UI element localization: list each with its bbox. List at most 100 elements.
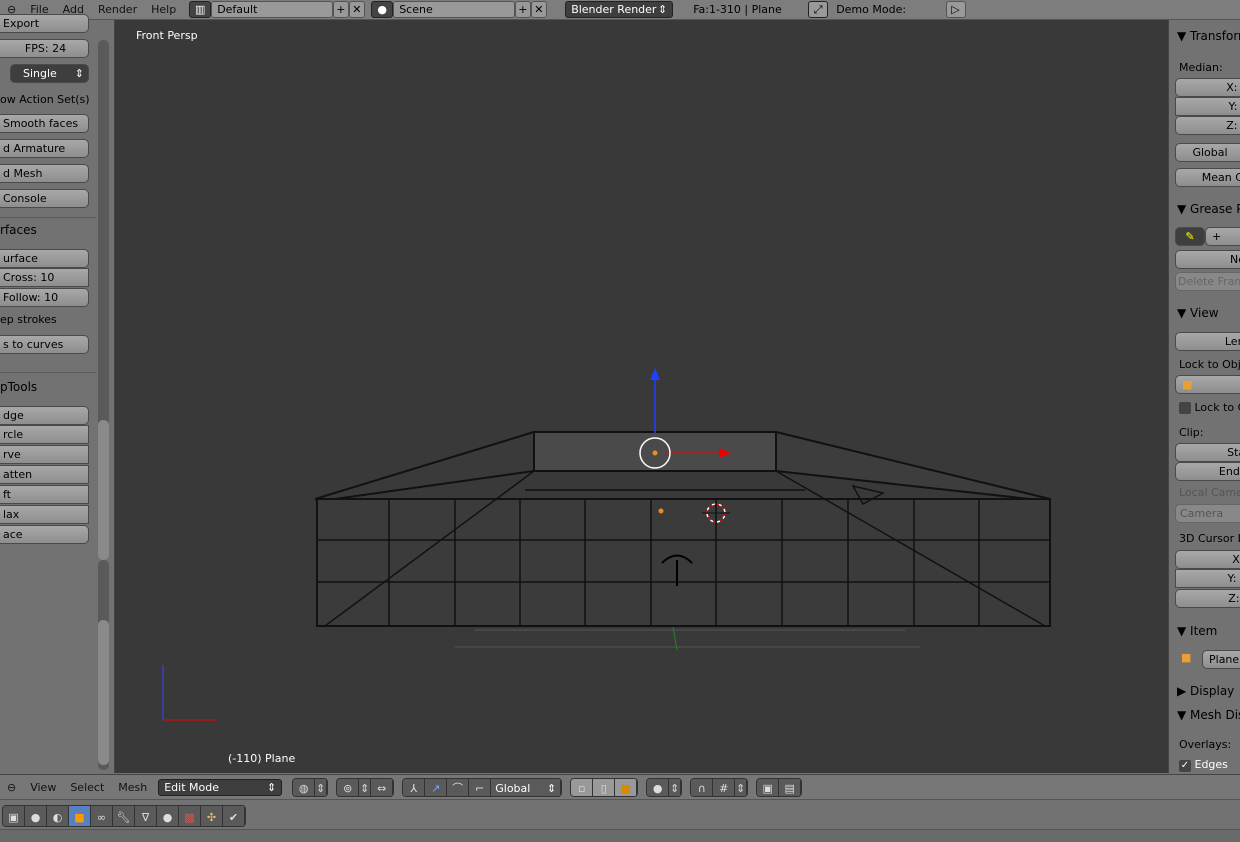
median-y-field[interactable]: Y: 3 bbox=[1175, 97, 1240, 116]
export-button[interactable]: Export bbox=[0, 14, 89, 33]
console-button[interactable]: Console bbox=[0, 189, 89, 208]
cursor-x-field[interactable]: X: 4 bbox=[1175, 550, 1240, 569]
looptools-header[interactable]: pTools bbox=[0, 380, 37, 394]
object-tab-icon[interactable]: ■ bbox=[69, 806, 91, 826]
mesh-display-header[interactable]: ▼ Mesh Dis bbox=[1177, 708, 1240, 722]
lock-to-cursor-checkbox[interactable]: Lock to C bbox=[1179, 401, 1240, 414]
clip-end-field[interactable]: End: 1 bbox=[1175, 462, 1240, 481]
space-button[interactable]: ace bbox=[0, 525, 89, 544]
mode-select[interactable]: Edit Mode ⇕ bbox=[158, 778, 283, 796]
item-name-field[interactable]: Plane bbox=[1202, 650, 1240, 669]
manipulator-icon[interactable]: ⅄ bbox=[403, 778, 426, 796]
pencil-icon[interactable]: ✎ bbox=[1175, 227, 1205, 246]
lock-object-field[interactable]: ■ bbox=[1175, 375, 1240, 394]
relax-button[interactable]: lax bbox=[0, 505, 89, 524]
median-x-field[interactable]: X: 0 bbox=[1175, 78, 1240, 97]
item-header[interactable]: ▼ Item bbox=[1177, 624, 1217, 638]
remove-layout-button[interactable]: ✕ bbox=[349, 1, 366, 18]
menu-render[interactable]: Render bbox=[91, 3, 144, 16]
edges-checkbox[interactable]: ✓ Edges bbox=[1179, 758, 1228, 772]
follow-field[interactable]: Follow: 10 bbox=[0, 288, 89, 307]
mean-crease-field[interactable]: Mean Cre bbox=[1175, 168, 1240, 187]
3d-viewport[interactable]: Front Persp (-110) Plane bbox=[115, 20, 1168, 773]
loft-button[interactable]: ft bbox=[0, 485, 89, 504]
data-tab-icon[interactable]: ∇ bbox=[135, 806, 157, 826]
scene-field[interactable]: Scene bbox=[393, 1, 516, 18]
single-select[interactable]: Single ⇕ bbox=[10, 64, 89, 83]
cursor-z-field[interactable]: Z: -1 bbox=[1175, 589, 1240, 608]
new-button[interactable]: New bbox=[1175, 250, 1240, 269]
menu-view[interactable]: View bbox=[23, 781, 63, 794]
view-header[interactable]: ▼ View bbox=[1177, 306, 1219, 320]
scene-tab-icon[interactable]: ● bbox=[25, 806, 47, 826]
properties-tabs[interactable]: ▣ ● ◐ ■ ∞ 🔧︎ ∇ ● ▩ ✣ ✔ bbox=[2, 805, 246, 827]
surface-button[interactable]: urface bbox=[0, 249, 89, 268]
select-mode-group[interactable]: ▫ ▯ ■ bbox=[570, 777, 639, 797]
world-tab-icon[interactable]: ◐ bbox=[47, 806, 69, 826]
add-mesh-button[interactable]: d Mesh bbox=[0, 164, 89, 183]
render-still-icon[interactable]: ▣ bbox=[757, 778, 780, 796]
add-armature-button[interactable]: d Armature bbox=[0, 139, 89, 158]
remove-scene-button[interactable]: ✕ bbox=[531, 1, 548, 18]
screen-layout-icon[interactable]: ▥ bbox=[189, 1, 212, 18]
surfaces-header[interactable]: rfaces bbox=[0, 223, 37, 237]
manipulator-group[interactable]: ⅄ ↗ ⌒ ⌐ Global ⇕ bbox=[402, 777, 563, 797]
viewport-shading-icon[interactable]: ◍ bbox=[293, 778, 316, 796]
add-layout-button[interactable]: + bbox=[333, 1, 350, 18]
menu-help[interactable]: Help bbox=[144, 3, 183, 16]
constraints-tab-icon[interactable]: ∞ bbox=[91, 806, 113, 826]
edge-select-icon[interactable]: ▯ bbox=[593, 778, 616, 796]
manipulate-center-icon[interactable]: ⇔ bbox=[371, 778, 394, 796]
display-header[interactable]: ▶ Display bbox=[1177, 684, 1234, 698]
texture-tab-icon[interactable]: ▩ bbox=[179, 806, 201, 826]
render-engine-select[interactable]: Blender Render ⇕ bbox=[565, 1, 674, 18]
render-group[interactable]: ▣ ▤ bbox=[756, 777, 803, 797]
add-icon[interactable]: + bbox=[1205, 227, 1240, 246]
fullscreen-icon[interactable]: ⤢ bbox=[808, 1, 829, 18]
shading-select[interactable]: ◍ ⇕ bbox=[292, 777, 329, 797]
global-button[interactable]: Global bbox=[1175, 143, 1240, 162]
add-scene-button[interactable]: + bbox=[515, 1, 532, 18]
strokes-to-curves-button[interactable]: s to curves bbox=[0, 335, 89, 354]
pivot-icon[interactable]: ⊚ bbox=[337, 778, 360, 796]
pivot-group[interactable]: ⊚ ⇕ ⇔ bbox=[336, 777, 395, 797]
vertex-select-icon[interactable]: ▫ bbox=[571, 778, 594, 796]
material-tab-icon[interactable]: ● bbox=[157, 806, 179, 826]
snap-magnet-icon[interactable]: ∩ bbox=[691, 778, 714, 796]
cursor-y-field[interactable]: Y: 20 bbox=[1175, 569, 1240, 588]
menu-select[interactable]: Select bbox=[63, 781, 111, 794]
circle-button[interactable]: rcle bbox=[0, 425, 89, 444]
menu-mesh[interactable]: Mesh bbox=[111, 781, 154, 794]
face-select-icon[interactable]: ■ bbox=[615, 778, 638, 796]
checkbox-icon[interactable] bbox=[1179, 402, 1191, 414]
check-icon[interactable]: ✓ bbox=[1179, 760, 1191, 772]
fps-field[interactable]: FPS: 24 bbox=[0, 39, 89, 58]
proportional-edit-icon[interactable]: ● bbox=[647, 778, 670, 796]
median-z-field[interactable]: Z: 0 bbox=[1175, 116, 1240, 135]
play-icon[interactable]: ▷ bbox=[946, 1, 967, 18]
render-animation-icon[interactable]: ▤ bbox=[779, 778, 802, 796]
scrollbar-thumb-2[interactable] bbox=[98, 620, 109, 765]
bridge-button[interactable]: dge bbox=[0, 406, 89, 425]
snap-target-icon[interactable]: # bbox=[713, 778, 736, 796]
modifiers-tab-icon[interactable]: 🔧︎ bbox=[113, 806, 135, 826]
curve-button[interactable]: rve bbox=[0, 445, 89, 464]
proportional-group[interactable]: ● ⇕ bbox=[646, 777, 683, 797]
orientation-select[interactable]: Global ⇕ bbox=[491, 778, 562, 796]
scale-icon[interactable]: ⌐ bbox=[469, 778, 492, 796]
rotate-icon[interactable]: ⌒ bbox=[447, 778, 470, 796]
scene-icon[interactable]: ● bbox=[371, 1, 394, 18]
cross-field[interactable]: Cross: 10 bbox=[0, 268, 89, 287]
clip-start-field[interactable]: Start bbox=[1175, 443, 1240, 462]
particles-tab-icon[interactable]: ✣ bbox=[201, 806, 223, 826]
physics-tab-icon[interactable]: ✔ bbox=[223, 806, 245, 826]
scrollbar-thumb[interactable] bbox=[98, 420, 109, 560]
lens-field[interactable]: Lens: bbox=[1175, 332, 1240, 351]
delete-frame-button[interactable]: Delete Frame bbox=[1175, 272, 1240, 291]
flatten-button[interactable]: atten bbox=[0, 465, 89, 484]
camera-field[interactable]: Camera bbox=[1175, 504, 1240, 523]
render-tab-icon[interactable]: ▣ bbox=[3, 806, 25, 826]
screen-layout-field[interactable]: Default bbox=[211, 1, 334, 18]
translate-icon[interactable]: ↗ bbox=[425, 778, 448, 796]
transform-header[interactable]: ▼ Transform bbox=[1177, 29, 1240, 43]
